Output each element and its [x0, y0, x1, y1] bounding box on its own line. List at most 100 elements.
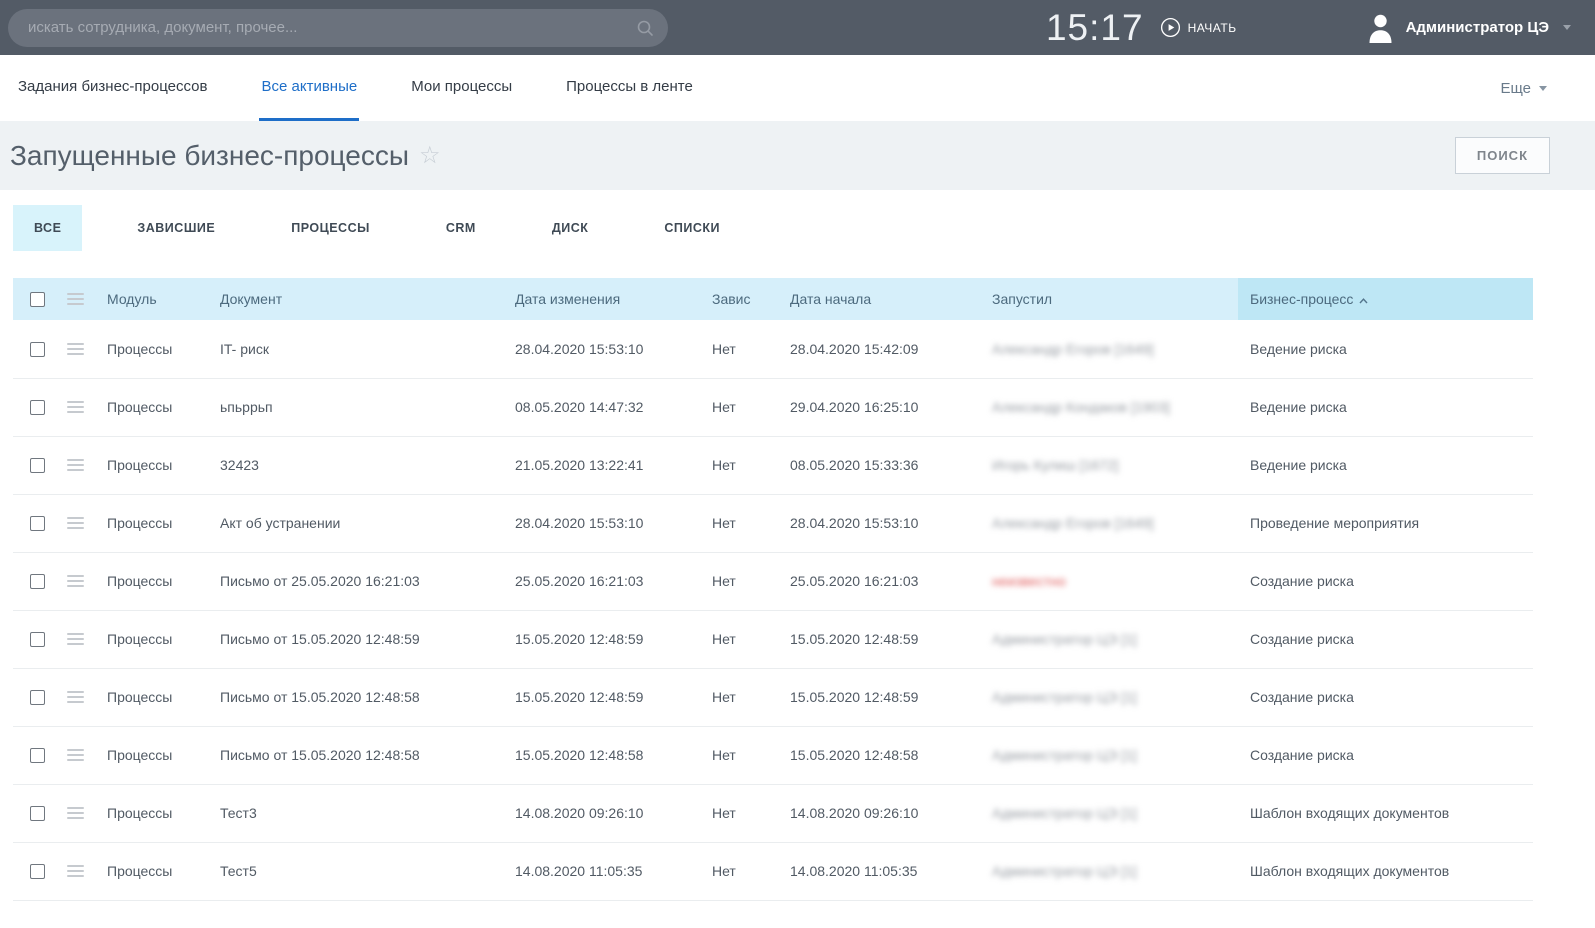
row-menu-icon[interactable] — [67, 862, 84, 880]
nav-tab[interactable]: Процессы в ленте — [564, 55, 695, 121]
row-checkbox[interactable] — [30, 690, 45, 705]
chevron-down-icon — [1539, 86, 1547, 91]
nav-bar: Задания бизнес-процессов Все активные Мои … — [0, 55, 1595, 121]
col-header-launcher[interactable]: Запустил — [980, 278, 1238, 320]
cell-modified: 08.05.2020 14:47:32 — [503, 378, 700, 436]
row-checkbox[interactable] — [30, 342, 45, 357]
row-menu-icon[interactable] — [67, 630, 84, 648]
cell-process: Ведение риска — [1238, 436, 1533, 494]
row-checkbox[interactable] — [30, 400, 45, 415]
col-header-process[interactable]: Бизнес-процесс — [1238, 278, 1533, 320]
cell-launcher: Администратор ЦЭ [1] — [980, 726, 1238, 784]
cell-launcher: Администратор ЦЭ [1] — [980, 610, 1238, 668]
nav-tab[interactable]: Задания бизнес-процессов — [16, 55, 209, 121]
cell-modified: 21.05.2020 13:22:41 — [503, 436, 700, 494]
chevron-down-icon — [1563, 25, 1571, 30]
table-row: ПроцессыАкт об устранении 28.04.2020 15:5… — [13, 494, 1533, 552]
cell-hung: Нет — [700, 378, 778, 436]
filter-chip[interactable]: ЗАВИСШИЕ — [116, 205, 236, 251]
cell-document: Акт об устранении — [208, 494, 503, 552]
cell-launcher: Александр Кондаков [1903] — [980, 378, 1238, 436]
row-menu-cell — [55, 726, 95, 784]
header-menu-cell — [55, 278, 95, 320]
grid-menu-icon[interactable] — [67, 290, 84, 308]
cell-document: Письмо от 15.05.2020 12:48:58 — [208, 668, 503, 726]
cell-modified: 15.05.2020 12:48:58 — [503, 726, 700, 784]
nav-tab[interactable]: Все активные — [259, 55, 359, 121]
row-menu-icon[interactable] — [67, 804, 84, 822]
row-checkbox[interactable] — [30, 632, 45, 647]
launcher-name: Администратор ЦЭ [1] — [992, 689, 1137, 705]
row-select-cell — [13, 320, 55, 378]
cell-modified: 25.05.2020 16:21:03 — [503, 552, 700, 610]
cell-modified: 14.08.2020 11:05:35 — [503, 842, 700, 900]
select-all-checkbox[interactable] — [30, 292, 45, 307]
cell-launcher: Администратор ЦЭ [1] — [980, 668, 1238, 726]
cell-module: Процессы — [95, 494, 208, 552]
filter-chip[interactable]: ВСЕ — [13, 205, 82, 251]
filter-chip[interactable]: СПИСКИ — [643, 205, 741, 251]
row-checkbox[interactable] — [30, 806, 45, 821]
row-menu-cell — [55, 494, 95, 552]
col-header-started[interactable]: Дата начала — [778, 278, 980, 320]
row-checkbox[interactable] — [30, 748, 45, 763]
row-menu-icon[interactable] — [67, 514, 84, 532]
cell-started: 28.04.2020 15:53:10 — [778, 494, 980, 552]
process-grid: МодульДокументДата измененияЗависДата на… — [13, 278, 1533, 901]
table-row: ПроцессыПисьмо от 15.05.2020 12:48:5915.… — [13, 610, 1533, 668]
cell-launcher: Администратор ЦЭ [1] — [980, 842, 1238, 900]
cell-modified: 15.05.2020 12:48:59 — [503, 668, 700, 726]
title-bar: Запущенные бизнес-процессы ☆ ПОИСК — [0, 121, 1595, 190]
search-input[interactable] — [8, 9, 668, 47]
row-menu-cell — [55, 378, 95, 436]
launcher-name: Администратор ЦЭ [1] — [992, 805, 1137, 821]
clock: 15:17 — [1046, 7, 1144, 49]
cell-process: Создание риска — [1238, 668, 1533, 726]
more-menu-button[interactable]: Еще — [1500, 55, 1547, 121]
nav-tab[interactable]: Мои процессы — [409, 55, 514, 121]
col-header-document[interactable]: Документ — [208, 278, 503, 320]
row-menu-cell — [55, 320, 95, 378]
cell-module: Процессы — [95, 668, 208, 726]
row-menu-icon[interactable] — [67, 456, 84, 474]
col-header-module[interactable]: Модуль — [95, 278, 208, 320]
filter-chip[interactable]: ПРОЦЕССЫ — [270, 205, 391, 251]
row-menu-icon[interactable] — [67, 688, 84, 706]
row-select-cell — [13, 726, 55, 784]
col-header-hung[interactable]: Завис — [700, 278, 778, 320]
favorite-star-icon[interactable]: ☆ — [419, 144, 441, 168]
user-menu[interactable]: Администратор ЦЭ — [1367, 13, 1571, 43]
row-menu-icon[interactable] — [67, 746, 84, 764]
row-select-cell — [13, 610, 55, 668]
col-header-modified[interactable]: Дата изменения — [503, 278, 700, 320]
cell-hung: Нет — [700, 610, 778, 668]
row-checkbox[interactable] — [30, 864, 45, 879]
row-menu-icon[interactable] — [67, 572, 84, 590]
cell-hung: Нет — [700, 668, 778, 726]
nav-tabs: Задания бизнес-процессов Все активные Мои … — [16, 55, 695, 121]
search-button[interactable]: ПОИСК — [1455, 137, 1550, 174]
cell-process: Шаблон входящих документов — [1238, 784, 1533, 842]
cell-started: 25.05.2020 16:21:03 — [778, 552, 980, 610]
start-timer-button[interactable]: НАЧАТЬ — [1160, 17, 1237, 38]
cell-module: Процессы — [95, 784, 208, 842]
search-icon[interactable] — [636, 19, 654, 42]
cell-modified: 14.08.2020 09:26:10 — [503, 784, 700, 842]
row-menu-cell — [55, 436, 95, 494]
cell-module: Процессы — [95, 378, 208, 436]
cell-modified: 28.04.2020 15:53:10 — [503, 320, 700, 378]
table-row: ПроцессыПисьмо от 15.05.2020 12:48:5815.… — [13, 668, 1533, 726]
global-search[interactable] — [8, 9, 668, 47]
row-checkbox[interactable] — [30, 574, 45, 589]
row-menu-icon[interactable] — [67, 398, 84, 416]
row-menu-icon[interactable] — [67, 340, 84, 358]
cell-process: Создание риска — [1238, 726, 1533, 784]
cell-process: Проведение мероприятия — [1238, 494, 1533, 552]
row-checkbox[interactable] — [30, 516, 45, 531]
avatar — [1367, 13, 1394, 43]
cell-started: 15.05.2020 12:48:59 — [778, 610, 980, 668]
filter-chip[interactable]: ДИСК — [531, 205, 610, 251]
filter-chip[interactable]: CRM — [425, 205, 497, 251]
row-checkbox[interactable] — [30, 458, 45, 473]
cell-module: Процессы — [95, 320, 208, 378]
